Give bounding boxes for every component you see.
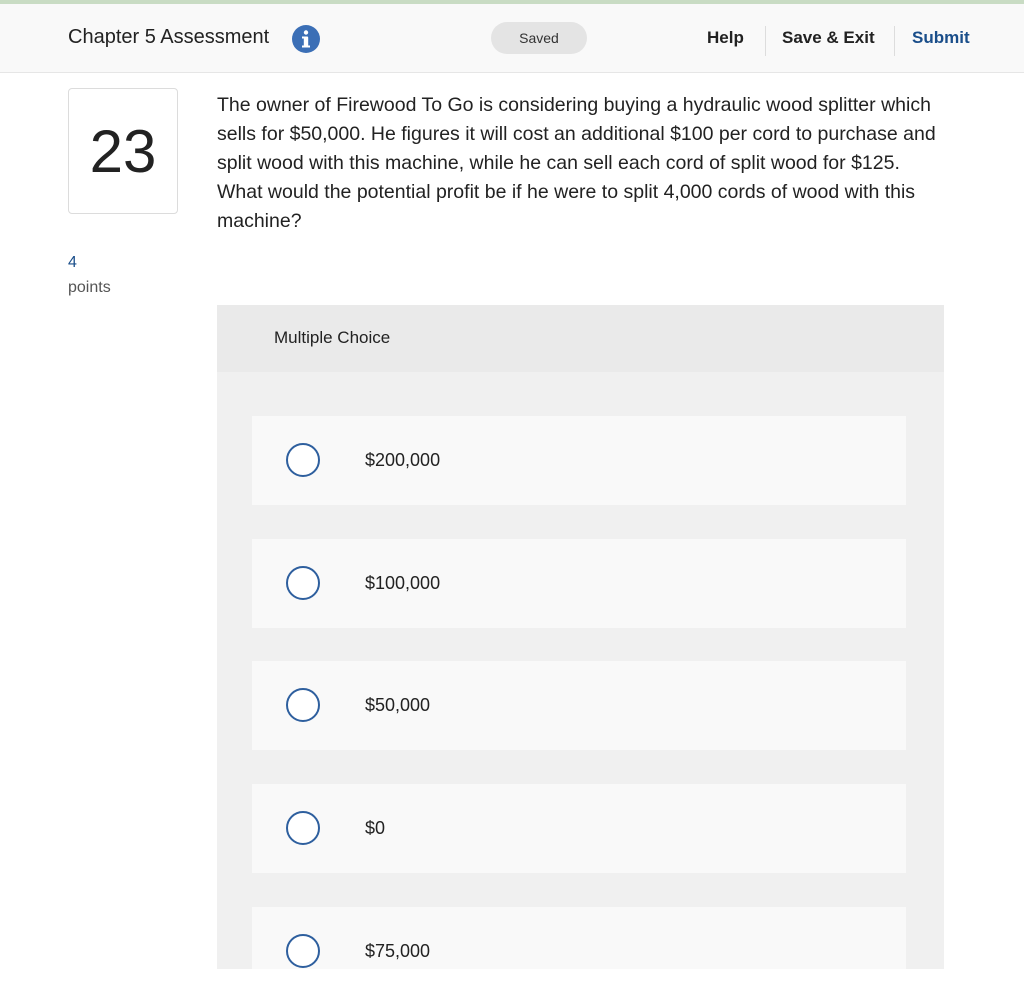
question-number: 23 [68, 88, 178, 214]
answer-choice[interactable]: $75,000 [252, 907, 906, 969]
radio-button[interactable] [286, 934, 320, 968]
multiple-choice-title: Multiple Choice [274, 328, 391, 347]
radio-button[interactable] [286, 566, 320, 600]
multiple-choice-header: Multiple Choice [217, 305, 944, 372]
answer-choice[interactable]: $50,000 [252, 661, 906, 750]
answer-choice-label: $200,000 [365, 450, 441, 470]
points-value: 4 [68, 254, 77, 271]
answer-choice[interactable]: $200,000 [252, 416, 906, 505]
assessment-header: Chapter 5 Assessment Saved Help Save & E… [0, 4, 1024, 73]
answer-choice[interactable]: $100,000 [252, 539, 906, 628]
save-exit-button[interactable]: Save & Exit [782, 28, 875, 48]
answer-choice-label: $75,000 [365, 941, 431, 961]
radio-button[interactable] [286, 443, 320, 477]
question-text: The owner of Firewood To Go is consideri… [217, 94, 936, 232]
answer-choice[interactable]: $0 [252, 784, 906, 873]
multiple-choice-panel: Multiple Choice $200,000 $100,000 $50,00… [217, 305, 944, 969]
info-icon[interactable] [292, 25, 320, 53]
radio-button[interactable] [286, 811, 320, 845]
answer-choice-label: $100,000 [365, 573, 441, 593]
assessment-title: Chapter 5 Assessment [68, 26, 270, 48]
nav-divider [765, 26, 766, 56]
answer-choice-label: $50,000 [365, 695, 431, 715]
submit-button[interactable]: Submit [912, 28, 970, 48]
answer-choice-label: $0 [365, 818, 386, 838]
saved-status-badge: Saved [491, 22, 587, 54]
nav-divider [894, 26, 895, 56]
points-label: points [68, 279, 111, 296]
help-button[interactable]: Help [707, 28, 744, 48]
radio-button[interactable] [286, 688, 320, 722]
